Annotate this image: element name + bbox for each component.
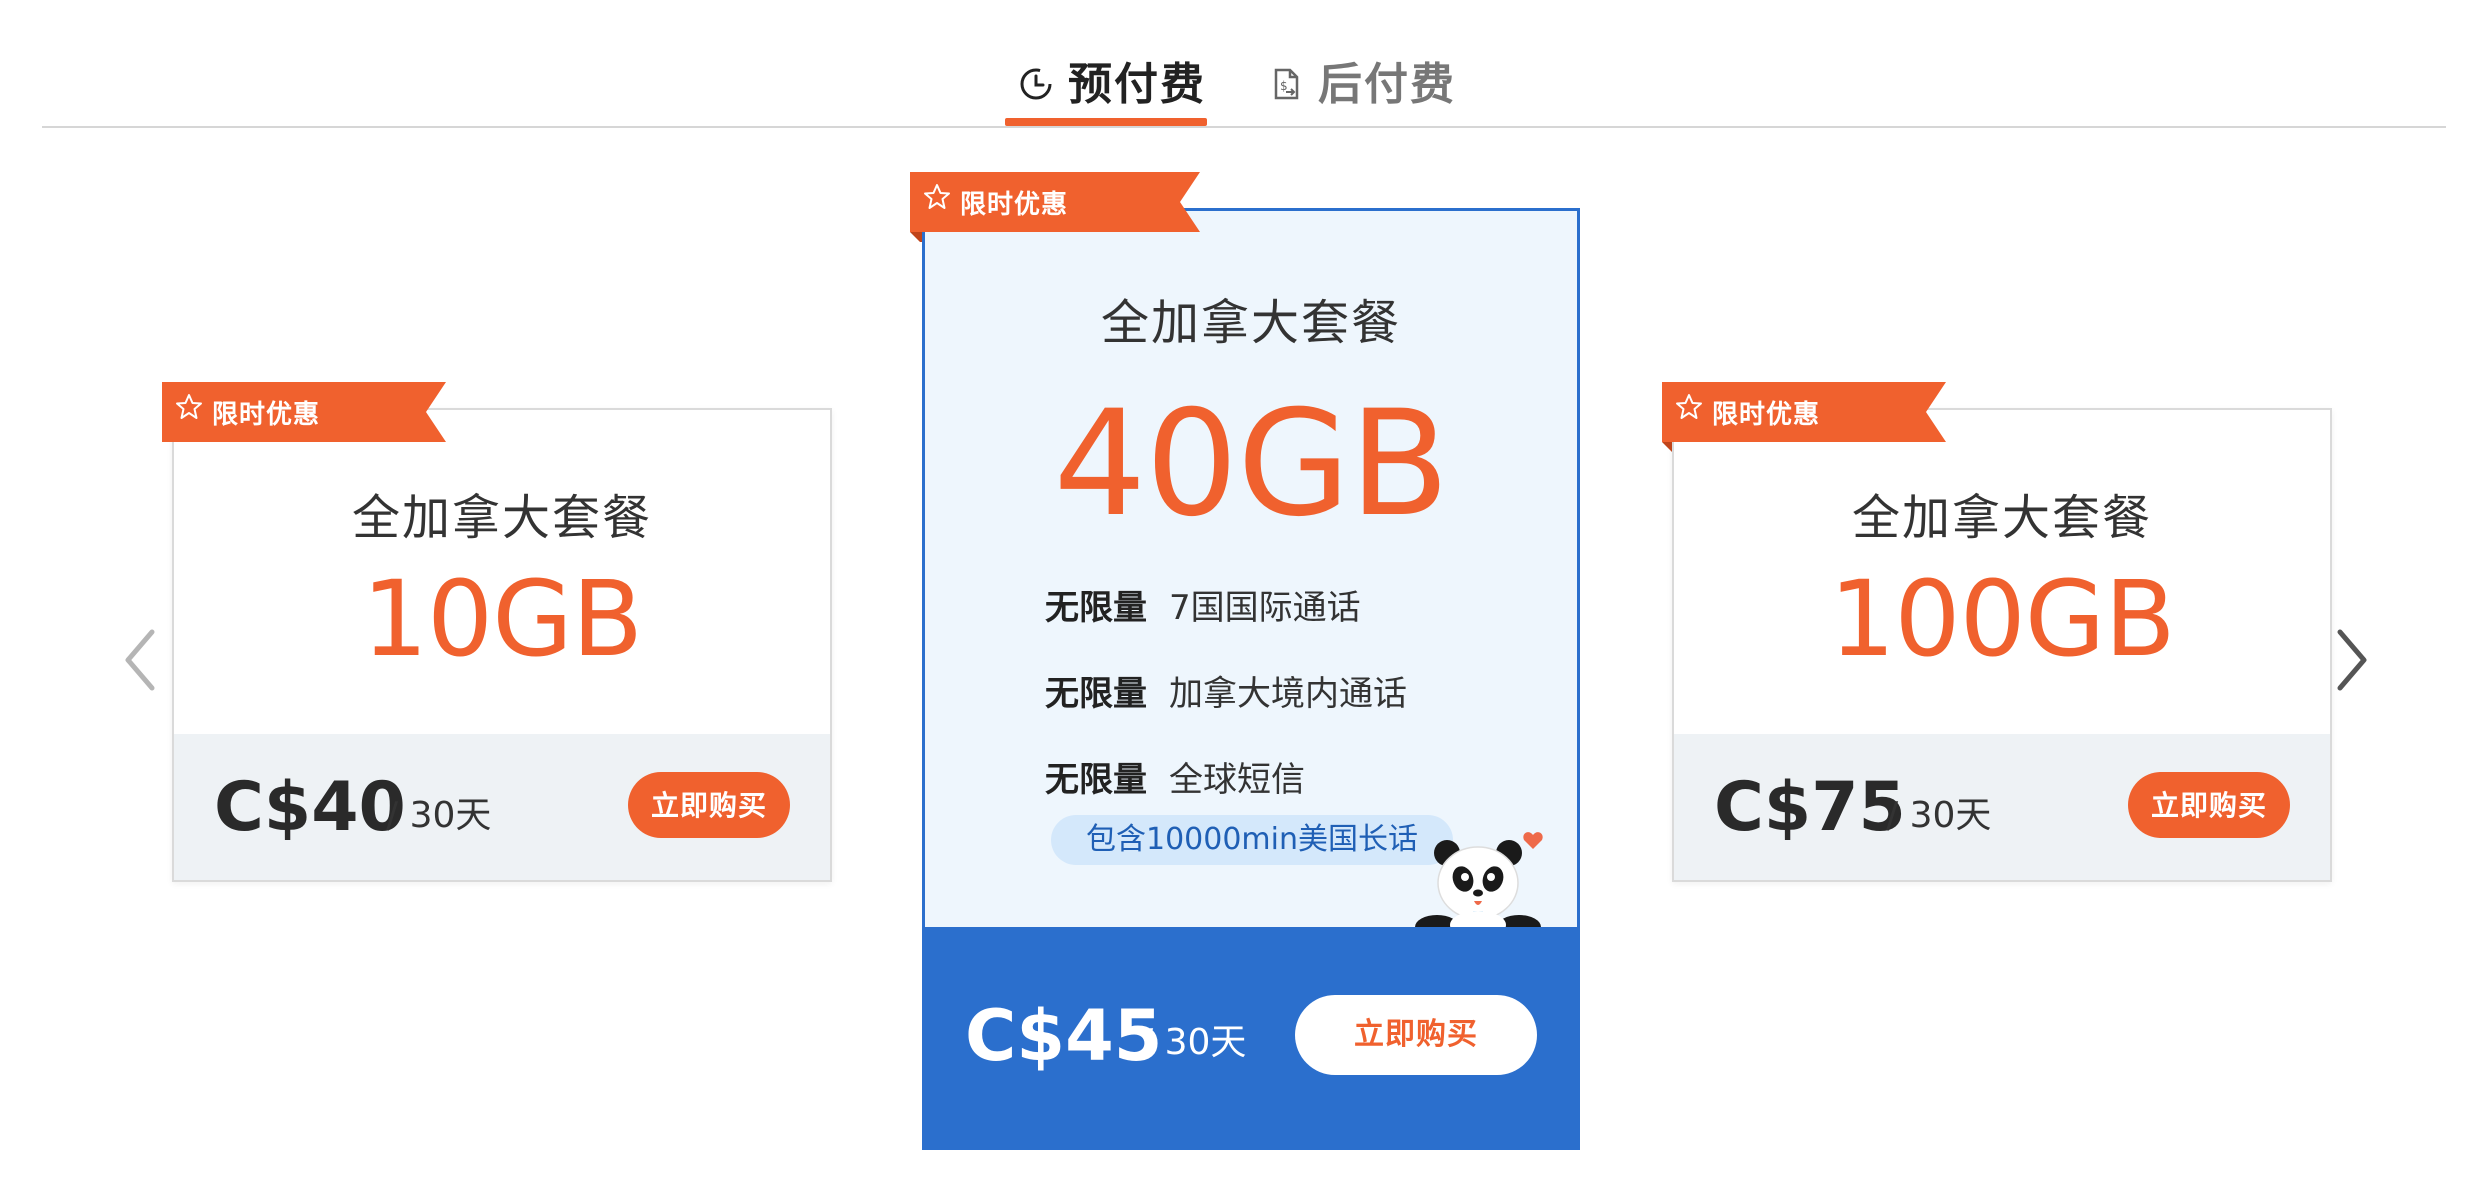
tab-postpaid-label: 后付费 <box>1318 59 1456 110</box>
buy-now-button[interactable]: 立即购买 <box>2128 772 2290 838</box>
star-icon <box>924 184 950 209</box>
plan-name: 全加拿大套餐 <box>351 490 652 546</box>
feature-text: 全球短信 <box>1169 759 1305 800</box>
tabs-divider <box>42 126 2446 128</box>
plan-type-tabs: 预付费 $ 后付费 <box>0 0 2488 128</box>
plan-price: C$40 <box>214 768 406 847</box>
plan-name: 全加拿大套餐 <box>1851 490 2152 546</box>
ribbon-label: 限时优惠 <box>1712 400 1821 430</box>
feature-text: 7国国际通话 <box>1169 587 1361 628</box>
feature-tag: 无限量 <box>1045 673 1147 714</box>
feature-item: 无限量 全球短信 <box>1045 733 1407 819</box>
limited-offer-ribbon: 限时优惠 <box>1662 382 1946 452</box>
ribbon-label: 限时优惠 <box>960 190 1069 220</box>
star-icon <box>176 394 202 419</box>
tab-postpaid[interactable]: $ 后付费 <box>1268 50 1456 126</box>
feature-tag: 无限量 <box>1045 587 1147 628</box>
limited-offer-ribbon: 限时优惠 <box>162 382 446 442</box>
buy-now-button[interactable]: 立即购买 <box>1295 995 1537 1075</box>
plan-data-amount: 40GB <box>1053 379 1449 549</box>
plan-footer: C$40 / 30天 立即购买 <box>174 734 830 880</box>
feature-item: 无限量 加拿大境内通话 <box>1045 647 1407 733</box>
feature-text: 加拿大境内通话 <box>1169 673 1407 714</box>
plan-data-amount: 100GB <box>1829 558 2175 680</box>
feature-item: 无限量 7国国际通话 <box>1045 561 1407 647</box>
feature-tag: 无限量 <box>1045 759 1147 800</box>
plan-period: / 30天 <box>1886 795 1992 836</box>
plan-card-100gb: 全加拿大套餐 100GB C$75 / 30天 立即购买 <box>1672 408 2332 882</box>
plan-period: / 30天 <box>386 795 492 836</box>
plan-data-amount: 10GB <box>361 558 643 680</box>
plan-footer: C$45 / 30天 立即购买 <box>925 927 1577 1147</box>
chevron-left-icon[interactable] <box>114 620 164 700</box>
tab-prepaid[interactable]: 预付费 <box>1018 50 1206 126</box>
plan-price: C$75 <box>1714 768 1906 847</box>
plan-name: 全加拿大套餐 <box>1100 295 1401 351</box>
buy-now-button[interactable]: 立即购买 <box>628 772 790 838</box>
star-icon <box>1676 394 1702 419</box>
plan-footer: C$75 / 30天 立即购买 <box>1674 734 2330 880</box>
tab-prepaid-label: 预付费 <box>1068 59 1206 110</box>
us-minutes-badge: 包含10000min美国长话 <box>1051 815 1453 865</box>
plan-period: / 30天 <box>1141 1022 1247 1063</box>
plan-card-10gb: 全加拿大套餐 10GB C$40 / 30天 立即购买 <box>172 408 832 882</box>
limited-offer-ribbon: 限时优惠 <box>910 172 1200 242</box>
plan-card-40gb-featured: 全加拿大套餐 40GB 无限量 7国国际通话 无限量 加拿大境内通话 无限量 全… <box>922 208 1580 1150</box>
clock-icon <box>1020 68 1052 100</box>
active-tab-indicator <box>1005 118 1207 126</box>
ribbon-label: 限时优惠 <box>212 400 321 430</box>
chevron-right-icon[interactable] <box>2328 620 2378 700</box>
feature-list: 无限量 7国国际通话 无限量 加拿大境内通话 无限量 全球短信 <box>1045 561 1407 819</box>
plan-price: C$45 <box>965 995 1163 1077</box>
svg-text:$: $ <box>1280 79 1288 93</box>
invoice-icon: $ <box>1274 68 1299 100</box>
